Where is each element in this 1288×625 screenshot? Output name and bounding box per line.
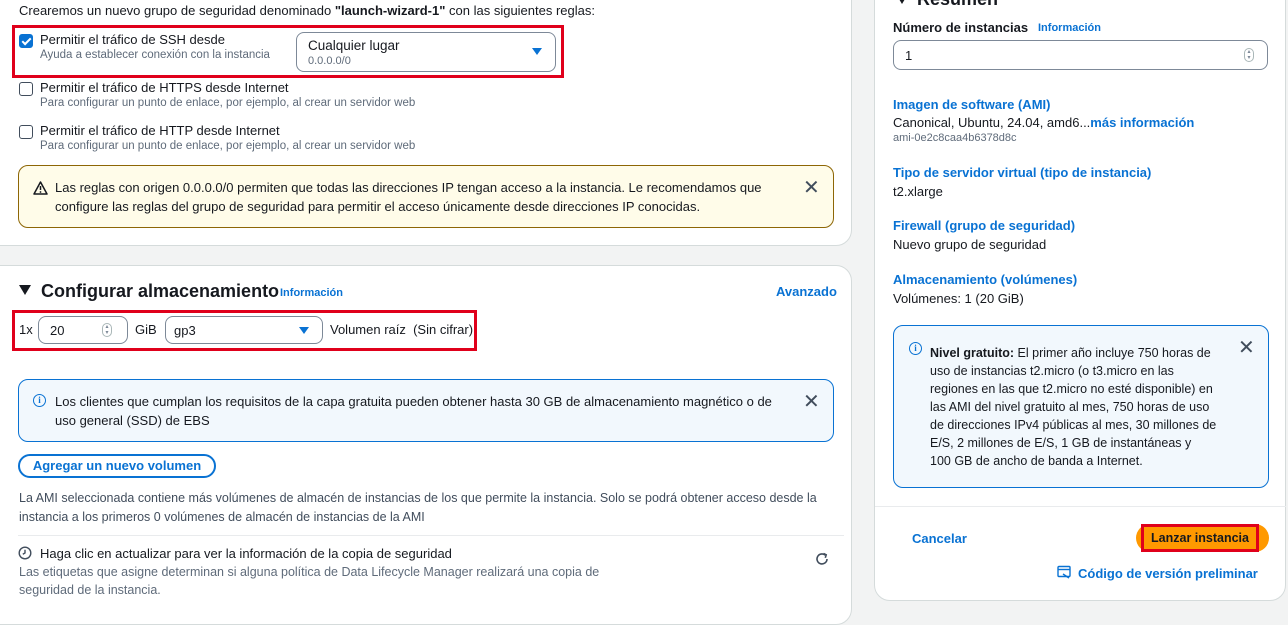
warning-text-line2: configure las reglas del grupo de seguri… (55, 199, 701, 214)
volume-multiplier: 1x (19, 322, 33, 337)
add-volume-button[interactable]: Agregar un nuevo volumen (18, 454, 216, 478)
collapse-triangle-icon[interactable] (19, 285, 31, 295)
refresh-icon[interactable] (814, 551, 830, 567)
ssh-help: Ayuda a establecer conexión con la insta… (40, 49, 270, 61)
summary-heading: Resumen (917, 0, 998, 10)
instance-type-value: t2.xlarge (893, 184, 943, 199)
backup-divider (18, 535, 844, 536)
storage-summary-value: Volúmenes: 1 (20 GiB) (893, 291, 1024, 306)
launch-instance-button[interactable]: Lanzar instancia (1141, 524, 1259, 552)
close-icon[interactable]: ✕ (1238, 338, 1255, 358)
http-checkbox[interactable] (19, 125, 33, 139)
stepper-icon[interactable]: ▴ ▾ (102, 323, 112, 337)
storage-info-line2: uso general (SSD) de EBS (55, 413, 210, 428)
volume-size-value: 20 (50, 323, 65, 338)
backup-title: Haga clic en actualizar para ver la info… (40, 546, 452, 561)
chevron-down-icon (299, 327, 309, 334)
firewall-title[interactable]: Firewall (grupo de seguridad) (893, 218, 1075, 233)
security-group-intro: Crearemos un nuevo grupo de seguridad de… (19, 3, 595, 18)
backup-desc-line2: seguridad de la instancia. (19, 583, 161, 597)
instances-input[interactable]: 1 ▴ ▾ (893, 40, 1268, 70)
storage-title: Configurar almacenamiento (41, 281, 280, 301)
volume-type-select[interactable]: gp3 (165, 316, 323, 344)
http-label: Permitir el tráfico de HTTP desde Intern… (40, 123, 280, 138)
volume-unit: GiB (135, 322, 157, 337)
info-icon: i (33, 394, 46, 407)
close-icon[interactable]: ✕ (803, 178, 820, 198)
free-tier-info: i Nivel gratuito: El primer año incluye … (893, 325, 1269, 488)
https-help: Para configurar un punto de enlace, por … (40, 97, 416, 109)
storage-info-link[interactable]: Información (280, 287, 343, 299)
cancel-button[interactable]: Cancelar (912, 531, 967, 546)
open-access-warning: Las reglas con origen 0.0.0.0/0 permiten… (18, 165, 834, 228)
info-icon: i (909, 342, 922, 355)
firewall-value: Nuevo grupo de seguridad (893, 237, 1047, 252)
warning-text-line1: Las reglas con origen 0.0.0.0/0 permiten… (55, 180, 762, 195)
ssh-source-sub: 0.0.0.0/0 (308, 55, 351, 67)
advanced-link[interactable]: Avanzado (776, 284, 837, 299)
instance-type-title[interactable]: Tipo de servidor virtual (tipo de instan… (893, 165, 1151, 180)
free-tier-storage-info: i Los clientes que cumplan los requisito… (18, 379, 834, 442)
chevron-down-icon (532, 48, 542, 55)
summary-footer-divider (875, 506, 1286, 507)
code-preview-icon (1057, 565, 1071, 579)
https-checkbox[interactable] (19, 82, 33, 96)
ami-volume-note-line2: instancia a los primeros 0 volúmenes de … (19, 510, 425, 524)
storage-info-line1: Los clientes que cumplan los requisitos … (55, 394, 772, 409)
instances-info-link[interactable]: Información (1038, 22, 1101, 34)
ssh-source-select[interactable]: Cualquier lugar 0.0.0.0/0 (296, 32, 556, 72)
ssh-checkbox[interactable] (19, 34, 33, 48)
free-tier-text: Nivel gratuito: El primer año incluye 75… (930, 346, 1217, 468)
http-help: Para configurar un punto de enlace, por … (40, 140, 416, 152)
clock-icon (18, 546, 32, 560)
ami-id: ami-0e2c8caa4b6378d8c (893, 132, 1017, 144)
ami-value: Canonical, Ubuntu, 24.04, amd6...más inf… (893, 115, 1195, 130)
instances-value: 1 (905, 48, 913, 63)
ami-title[interactable]: Imagen de software (AMI) (893, 97, 1050, 112)
warning-icon (33, 181, 48, 195)
volume-type-value: gp3 (174, 323, 196, 338)
volume-description: Volumen raíz (Sin cifrar) (330, 322, 474, 337)
volume-size-input[interactable]: 20 ▴ ▾ (38, 316, 128, 344)
backup-desc-line1: Las etiquetas que asigne determinan si a… (19, 565, 600, 579)
close-icon[interactable]: ✕ (803, 392, 820, 412)
instances-label: Número de instancias (893, 20, 1029, 35)
ami-more-info-link[interactable]: más información (1090, 115, 1194, 130)
ssh-label: Permitir el tráfico de SSH desde (40, 32, 225, 47)
storage-summary-title[interactable]: Almacenamiento (volúmenes) (893, 272, 1077, 287)
preview-code-link[interactable]: Código de versión preliminar (1078, 566, 1258, 581)
https-label: Permitir el tráfico de HTTPS desde Inter… (40, 80, 289, 95)
stepper-icon[interactable]: ▴ ▾ (1244, 48, 1254, 62)
security-group-name: "launch-wizard-1" (334, 3, 446, 18)
free-tier-bold: Nivel gratuito: (930, 346, 1015, 360)
summary-collapse-icon[interactable] (896, 0, 908, 4)
ssh-source-value: Cualquier lugar (308, 38, 400, 53)
ami-volume-note-line1: La AMI seleccionada contiene más volúmen… (19, 491, 817, 505)
